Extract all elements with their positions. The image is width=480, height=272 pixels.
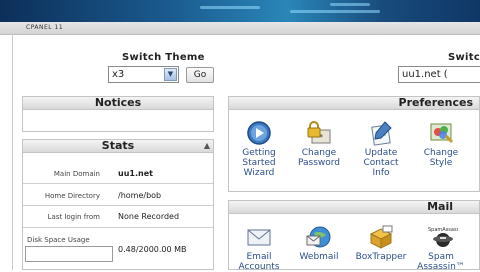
item-label: Spam Assassin™ (417, 252, 465, 272)
stat-value-home-directory: /home/bob (118, 191, 162, 200)
password-lock-icon: ** (306, 120, 332, 146)
item-label: Email Accounts (238, 252, 280, 272)
go-button[interactable]: Go (186, 67, 214, 83)
preferences-title: Preferences (398, 96, 473, 109)
item-label: Change Password (297, 148, 341, 168)
stat-value-last-login: None Recorded (118, 212, 180, 221)
update-contact-info-link[interactable]: Update Contact Info (355, 120, 407, 178)
frame-border (12, 34, 13, 270)
brand-label: CPANEL 11 (26, 24, 64, 31)
banner-streak (330, 3, 370, 6)
stat-label-disk-usage: Disk Space Usage (27, 236, 90, 244)
boxtrapper-link[interactable]: BoxTrapper (355, 224, 407, 262)
collapse-arrow-icon[interactable]: ▲ (204, 140, 210, 152)
wizard-icon (246, 120, 272, 146)
right-select-value: uu1.net ( (402, 69, 448, 80)
item-label: Getting Started Wizard (242, 148, 276, 178)
stat-label-main-domain: Main Domain (53, 170, 100, 178)
disk-usage-bar (25, 246, 113, 262)
notices-header: Notices (22, 96, 214, 110)
spamassassin-icon: SpamAssassin (428, 224, 464, 250)
top-bar: CPANEL 11 (0, 22, 480, 35)
stat-label-last-login: Last login from (47, 213, 100, 221)
envelope-icon (246, 224, 272, 250)
item-label: Change Style (423, 148, 459, 168)
right-select[interactable]: uu1.net ( (398, 66, 480, 83)
header-banner (0, 0, 480, 22)
change-password-link[interactable]: ** Change Password (293, 120, 345, 168)
preferences-header: Preferences (228, 96, 480, 110)
svg-text:SpamAssassin: SpamAssassin (428, 227, 458, 233)
spam-assassin-link[interactable]: SpamAssassin Spam Assassin™ (415, 224, 467, 272)
theme-select[interactable]: x3 ▼ (108, 66, 179, 83)
mail-title: Mail (427, 200, 453, 213)
notices-body (22, 110, 214, 132)
stats-header: Stats ▲ (22, 139, 214, 153)
webmail-globe-icon (306, 224, 332, 250)
boxtrapper-icon (368, 224, 394, 250)
chevron-down-icon[interactable]: ▼ (164, 68, 177, 81)
row-divider (23, 183, 213, 184)
switch-theme-title: Switch Theme (122, 52, 205, 63)
item-label: Webmail (299, 252, 339, 262)
stats-title: Stats (101, 139, 135, 152)
row-divider (23, 227, 213, 228)
item-label: Update Contact Info (363, 148, 399, 178)
banner-streak (290, 10, 380, 13)
style-icon (428, 120, 454, 146)
stat-value-disk-usage: 0.48/2000.00 MB (118, 245, 187, 254)
stat-value-main-domain: uu1.net (118, 169, 153, 178)
getting-started-wizard-link[interactable]: Getting Started Wizard (233, 120, 285, 178)
webmail-link[interactable]: Webmail (293, 224, 345, 262)
row-divider (23, 205, 213, 206)
item-label: BoxTrapper (355, 252, 407, 262)
theme-select-value: x3 (112, 69, 125, 80)
banner-streak (200, 6, 260, 9)
stat-label-home-directory: Home Directory (44, 192, 100, 200)
mail-header: Mail (228, 200, 480, 214)
contact-info-icon (368, 120, 394, 146)
change-style-link[interactable]: Change Style (415, 120, 467, 168)
notices-title: Notices (94, 96, 142, 109)
switch-title-right: Switc (448, 52, 480, 63)
email-accounts-link[interactable]: Email Accounts (233, 224, 285, 272)
